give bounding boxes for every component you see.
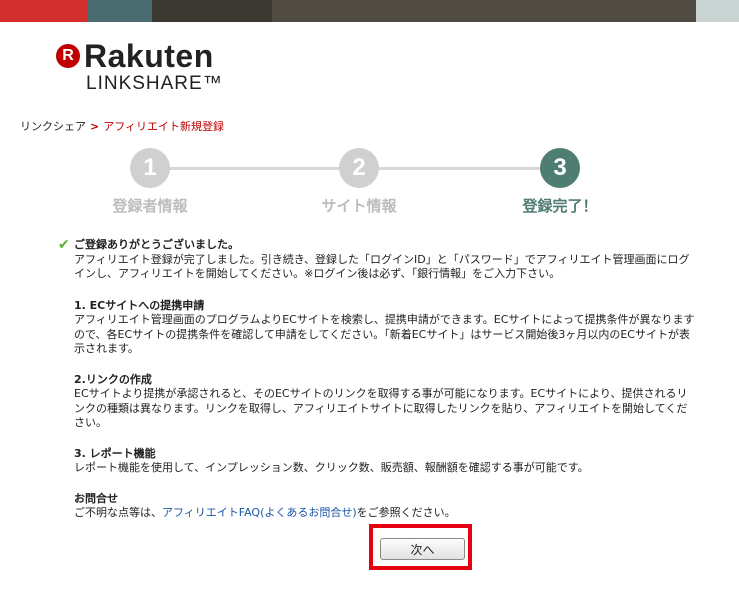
logo-product-text: LINKSHARE™ — [86, 73, 223, 94]
thanks-body: アフィリエイト登録が完了しました。引き続き、登録した「ログインID」と「パスワー… — [74, 252, 690, 281]
stripe-segment — [272, 0, 696, 22]
step-number: 2 — [339, 148, 379, 188]
contact-suffix: をご参照ください。 — [356, 506, 456, 519]
contact-prefix: ご不明な点等は、 — [74, 506, 162, 519]
step-2: 2 サイト情報 — [299, 148, 419, 216]
progress-steps: 1 登録者情報 2 サイト情報 3 登録完了！ — [0, 148, 739, 218]
step-label: サイト情報 — [321, 197, 397, 215]
section-contact: お問合せ ご不明な点等は、アフィリエイトFAQ(よくあるお問合せ)をご参照くださ… — [58, 492, 698, 521]
section-title: 3. レポート機能 — [74, 446, 156, 460]
section-title: お問合せ — [74, 491, 118, 505]
thanks-heading: ご登録ありがとうございました。 — [74, 238, 239, 251]
step-1: 1 登録者情報 — [90, 148, 210, 216]
breadcrumb-current: アフィリエイト新規登録 — [103, 120, 224, 133]
contact-text: ご不明な点等は、アフィリエイトFAQ(よくあるお問合せ)をご参照ください。 — [74, 506, 698, 521]
check-icon: ✔ — [58, 237, 70, 253]
stripe-segment — [88, 0, 152, 22]
section-title: 1. ECサイトへの提携申請 — [74, 298, 205, 312]
section-title: 2.リンクの作成 — [74, 372, 152, 386]
step-number: 3 — [540, 148, 580, 188]
stripe-segment — [152, 0, 272, 22]
step-label: 登録完了！ — [522, 197, 598, 215]
step-label: 登録者情報 — [112, 197, 188, 215]
faq-link[interactable]: アフィリエイトFAQ(よくあるお問合せ) — [162, 506, 357, 519]
next-button[interactable]: 次へ — [380, 538, 465, 560]
rakuten-r-icon: R — [56, 44, 80, 68]
section-ec-application: 1. ECサイトへの提携申請 アフィリエイト管理画面のプログラムよりECサイトを… — [58, 299, 698, 357]
section-body: ECサイトより提携が承認されると、そのECサイトのリンクを取得する事が可能になり… — [74, 387, 688, 429]
section-body: レポート機能を使用して、インプレッション数、クリック数、販売額、報酬額を確認する… — [74, 461, 589, 474]
breadcrumb-separator-icon: > — [90, 120, 100, 133]
stripe-segment — [696, 0, 739, 22]
stripe-segment — [0, 0, 88, 22]
header-color-stripe — [0, 0, 739, 22]
step-3: 3 登録完了！ — [500, 148, 620, 216]
step-number: 1 — [130, 148, 170, 188]
thanks-heading-row: ✔ ご登録ありがとうございました。 — [58, 238, 698, 253]
section-body: アフィリエイト管理画面のプログラムよりECサイトを検索し、提携申請ができます。E… — [74, 313, 695, 355]
section-report: 3. レポート機能 レポート機能を使用して、インプレッション数、クリック数、販売… — [58, 447, 698, 476]
breadcrumb: リンクシェア > アフィリエイト新規登録 — [20, 118, 224, 134]
logo-brand-text: Rakuten — [84, 38, 214, 74]
completion-message: ✔ ご登録ありがとうございました。 アフィリエイト登録が完了しました。引き続き、… — [58, 238, 698, 521]
section-link-creation: 2.リンクの作成 ECサイトより提携が承認されると、そのECサイトのリンクを取得… — [58, 373, 698, 431]
breadcrumb-home[interactable]: リンクシェア — [20, 120, 86, 133]
